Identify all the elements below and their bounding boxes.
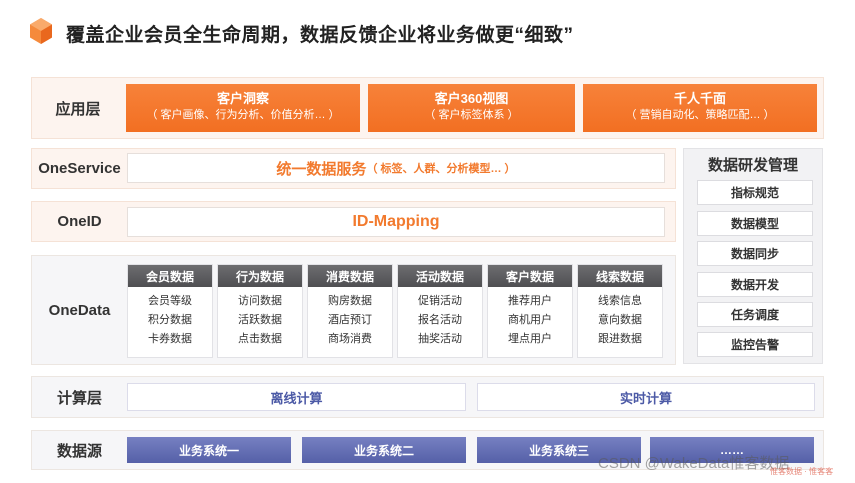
small-watermark: 惟客数据 · 惟客客	[770, 467, 834, 476]
app-box-personalization: 千人千面 （ 营销自动化、策略匹配… ）	[583, 84, 817, 132]
source-system-1: 业务系统一	[127, 437, 291, 463]
app-box-customer-360: 客户360视图 （ 客户标签体系 ）	[368, 84, 575, 132]
card-item: 意向数据	[598, 314, 642, 326]
id-mapping-text: ID-Mapping	[352, 213, 440, 230]
card-item: 点击数据	[238, 333, 282, 345]
card-item: 线索信息	[598, 295, 642, 307]
hexagon-logo-icon	[30, 18, 52, 44]
data-dev-management-panel: 数据研发管理 指标规范 数据模型 数据同步 数据开发 任务调度 监控告警	[683, 148, 823, 364]
offline-compute-box: 离线计算	[127, 383, 466, 411]
management-item-monitoring: 监控告警	[697, 332, 813, 357]
management-item-metric-spec: 指标规范	[697, 180, 813, 205]
card-item: 跟进数据	[598, 333, 642, 345]
source-system-2: 业务系统二	[302, 437, 466, 463]
card-item: 活跃数据	[238, 314, 282, 326]
unified-data-service-box: 统一数据服务 （ 标签、人群、分析模型… ）	[127, 153, 665, 183]
management-item-scheduling: 任务调度	[697, 302, 813, 327]
card-item: 抽奖活动	[418, 333, 462, 345]
oneid-label: OneID	[57, 213, 102, 230]
card-item: 购房数据	[328, 295, 372, 307]
card-item: 促销活动	[418, 295, 462, 307]
onedata-label: OneData	[48, 301, 111, 319]
card-item: 卡券数据	[148, 333, 192, 345]
compute-layer-label: 计算层	[56, 389, 102, 407]
data-card-customer: 客户数据 推荐用户 商机用户 埋点用户	[487, 264, 573, 358]
app-box-customer-insight: 客户洞察 （ 客户画像、行为分析、价值分析… ）	[126, 84, 360, 132]
data-card-activity: 活动数据 促销活动 报名活动 抽奖活动	[397, 264, 483, 358]
data-card-member: 会员数据 会员等级 积分数据 卡券数据	[127, 264, 213, 358]
data-card-consumption: 消费数据 购房数据 酒店预订 商场消费	[307, 264, 393, 358]
card-item: 报名活动	[418, 314, 462, 326]
source-layer-label: 数据源	[56, 442, 102, 460]
data-card-behavior: 行为数据 访问数据 活跃数据 点击数据	[217, 264, 303, 358]
data-card-leads: 线索数据 线索信息 意向数据 跟进数据	[577, 264, 663, 358]
unified-data-service-sub: （ 标签、人群、分析模型… ）	[366, 163, 516, 175]
csdn-watermark: CSDN @WakeData惟客数据	[598, 455, 790, 472]
card-item: 会员等级	[148, 295, 192, 307]
management-title: 数据研发管理	[707, 157, 798, 174]
app-layer-label: 应用层	[55, 100, 101, 118]
card-item: 推荐用户	[508, 295, 552, 307]
oneservice-label: OneService	[38, 160, 121, 177]
unified-data-service-title: 统一数据服务	[276, 160, 367, 178]
management-item-data-dev: 数据开发	[697, 272, 813, 297]
realtime-compute-box: 实时计算	[477, 383, 815, 411]
management-item-data-sync: 数据同步	[697, 241, 813, 266]
card-item: 访问数据	[238, 295, 282, 307]
card-item: 商机用户	[508, 314, 552, 326]
id-mapping-box: ID-Mapping	[127, 207, 665, 237]
card-item: 积分数据	[148, 314, 192, 326]
card-item: 商场消费	[328, 333, 372, 345]
card-item: 酒店预订	[328, 314, 372, 326]
card-item: 埋点用户	[508, 333, 552, 345]
management-item-data-model: 数据模型	[697, 211, 813, 236]
page-title: 覆盖企业会员全生命周期，数据反馈企业将业务做更“细致”	[66, 25, 574, 46]
